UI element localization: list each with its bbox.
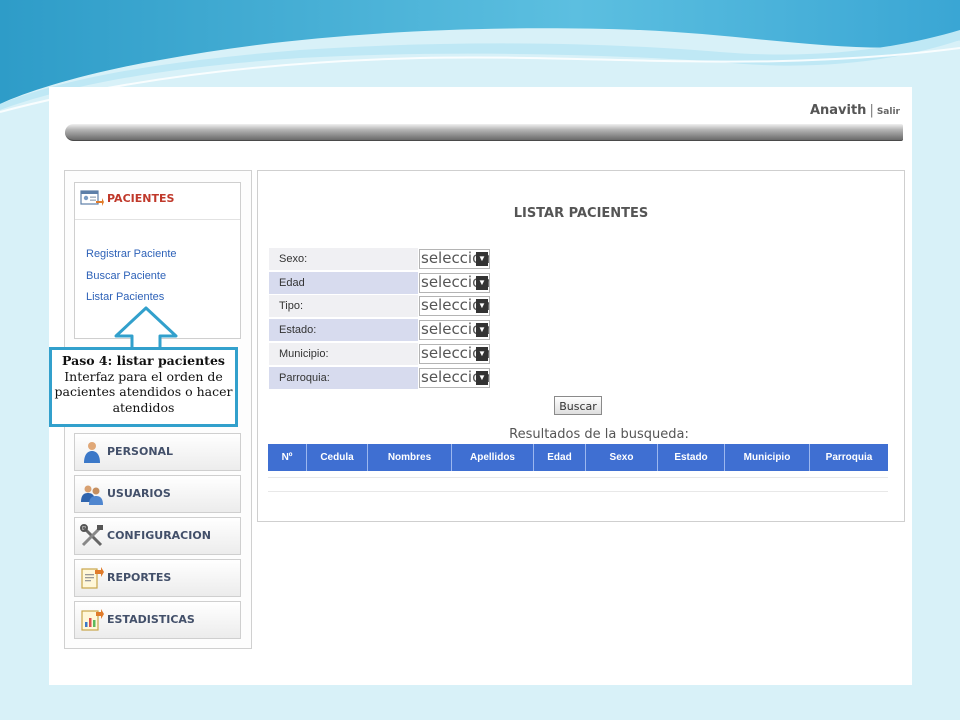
- submenu-buscar-paciente[interactable]: Buscar Paciente: [86, 270, 166, 282]
- column-header-apellidos[interactable]: Apellidos: [451, 444, 534, 471]
- patients-icon: [80, 190, 104, 206]
- user-separator: |: [869, 103, 874, 118]
- callout-title: Paso 4: listar pacientes: [62, 353, 225, 368]
- divider: [268, 491, 888, 492]
- edad-select[interactable]: seleccione ▼: [419, 273, 490, 293]
- submenu-registrar-paciente[interactable]: Registrar Paciente: [86, 248, 177, 260]
- sidebar-item-label: PERSONAL: [107, 445, 174, 458]
- column-header-cedula[interactable]: Cedula: [306, 444, 368, 471]
- sidebar-item-label[interactable]: PACIENTES: [107, 192, 174, 205]
- chevron-down-icon: ▼: [476, 347, 488, 361]
- submenu-listar-pacientes[interactable]: Listar Pacientes: [86, 291, 164, 303]
- filter-label-municipio: Municipio:: [269, 343, 418, 365]
- filter-label-sexo: Sexo:: [269, 248, 418, 270]
- tools-icon: [80, 524, 103, 547]
- filter-label-parroquia: Parroquia:: [269, 367, 418, 389]
- column-header-sexo[interactable]: Sexo: [585, 444, 658, 471]
- sidebar-item-personal[interactable]: PERSONAL: [74, 433, 241, 471]
- main-panel: LISTAR PACIENTES Sexo: seleccione ▼ Edad…: [257, 170, 905, 522]
- header-bar: [65, 124, 903, 141]
- callout-box: Paso 4: listar pacientes Interfaz para e…: [49, 347, 238, 427]
- column-header-estado[interactable]: Estado: [657, 444, 725, 471]
- tipo-select[interactable]: seleccione ▼: [419, 296, 490, 316]
- search-button[interactable]: Buscar: [554, 396, 602, 415]
- results-table: Nº Cedula Nombres Apellidos Edad Sexo Es…: [268, 444, 888, 471]
- sexo-select[interactable]: seleccione ▼: [419, 249, 490, 269]
- divider: [75, 219, 240, 220]
- chevron-down-icon: ▼: [476, 323, 488, 337]
- user-bar: Anavith | Salir: [810, 103, 900, 118]
- results-title: Resultados de la busqueda:: [509, 427, 689, 442]
- chevron-down-icon: ▼: [476, 276, 488, 290]
- person-icon: [84, 442, 100, 463]
- sidebar-item-configuracion[interactable]: CONFIGURACION: [74, 517, 241, 555]
- column-header-edad[interactable]: Edad: [533, 444, 586, 471]
- sidebar-item-estadisticas[interactable]: ESTADISTICAS: [74, 601, 241, 639]
- chevron-down-icon: ▼: [476, 371, 488, 385]
- statistics-icon: [81, 609, 104, 631]
- column-header-nombres[interactable]: Nombres: [367, 444, 452, 471]
- report-icon: [81, 567, 104, 589]
- sidebar-item-label: REPORTES: [107, 571, 172, 584]
- sidebar-item-label: CONFIGURACION: [107, 529, 211, 542]
- column-header-municipio[interactable]: Municipio: [724, 444, 810, 471]
- chevron-down-icon: ▼: [476, 299, 488, 313]
- logout-link[interactable]: Salir: [877, 107, 900, 117]
- chevron-down-icon: ▼: [476, 252, 488, 266]
- divider: [268, 477, 888, 478]
- sidebar-item-label: USUARIOS: [107, 487, 171, 500]
- parroquia-select[interactable]: seleccione ▼: [419, 368, 490, 388]
- estado-select[interactable]: seleccione ▼: [419, 320, 490, 340]
- filter-label-estado: Estado:: [269, 319, 418, 341]
- municipio-select[interactable]: seleccione ▼: [419, 344, 490, 364]
- users-icon: [81, 485, 103, 505]
- sidebar-item-usuarios[interactable]: USUARIOS: [74, 475, 241, 513]
- filter-label-edad: Edad: [269, 272, 418, 294]
- filter-label-tipo: Tipo:: [269, 295, 418, 317]
- table-header-row: Nº Cedula Nombres Apellidos Edad Sexo Es…: [268, 444, 888, 471]
- column-header-numero[interactable]: Nº: [268, 444, 307, 471]
- column-header-parroquia[interactable]: Parroquia: [809, 444, 888, 471]
- sidebar-item-label: ESTADISTICAS: [107, 613, 195, 626]
- page-title: LISTAR PACIENTES: [513, 206, 649, 221]
- callout-text: Interfaz para el orden de pacientes aten…: [54, 368, 233, 415]
- sidebar-item-reportes[interactable]: REPORTES: [74, 559, 241, 597]
- user-name: Anavith: [809, 103, 867, 118]
